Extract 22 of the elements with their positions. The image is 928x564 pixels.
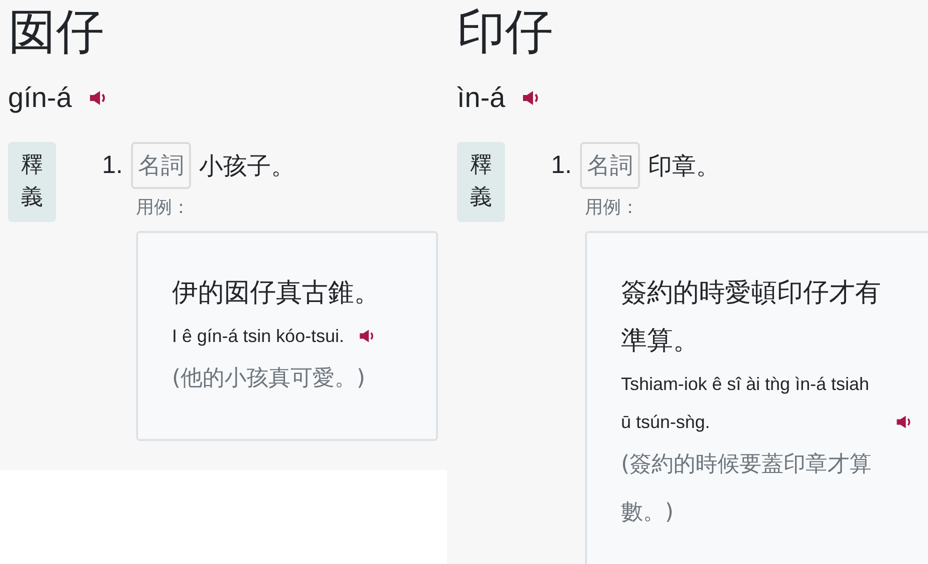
sense-number: 1. — [102, 151, 123, 180]
definition: 印章。 — [648, 150, 720, 182]
example-translation: (簽約的時候要蓋印章才算數。) — [621, 451, 873, 527]
pronunciation: ìn-á — [457, 82, 506, 114]
part-of-speech-tag: 名詞 — [580, 142, 640, 189]
definition: 小孩子。 — [198, 150, 295, 182]
speaker-icon[interactable] — [88, 88, 108, 108]
examples-label: 用例： — [585, 196, 640, 219]
pronunciation: gín-á — [8, 82, 72, 114]
examples-label: 用例： — [136, 196, 191, 219]
section-label: 釋義 — [457, 142, 505, 222]
example-translation: (他的小孩真可愛。) — [172, 365, 366, 393]
headword: 印仔 — [457, 3, 553, 62]
speaker-icon[interactable] — [895, 413, 913, 431]
headword: 囡仔 — [8, 3, 104, 62]
example-sentence: 伊的囡仔真古錐。 — [172, 277, 381, 310]
section-label: 釋義 — [8, 142, 56, 222]
example-romanization: I ê gín-á tsin kóo-tsui. — [172, 325, 344, 348]
sense-number: 1. — [551, 151, 572, 180]
example-sentence: 簽約的時愛頓印仔才有準算。 — [621, 277, 882, 358]
part-of-speech-tag: 名詞 — [130, 142, 191, 189]
example-romanization: Tshiam-iok ê sî ài tǹg ìn-á tsiah ū tsún-sǹg. — [621, 373, 870, 434]
